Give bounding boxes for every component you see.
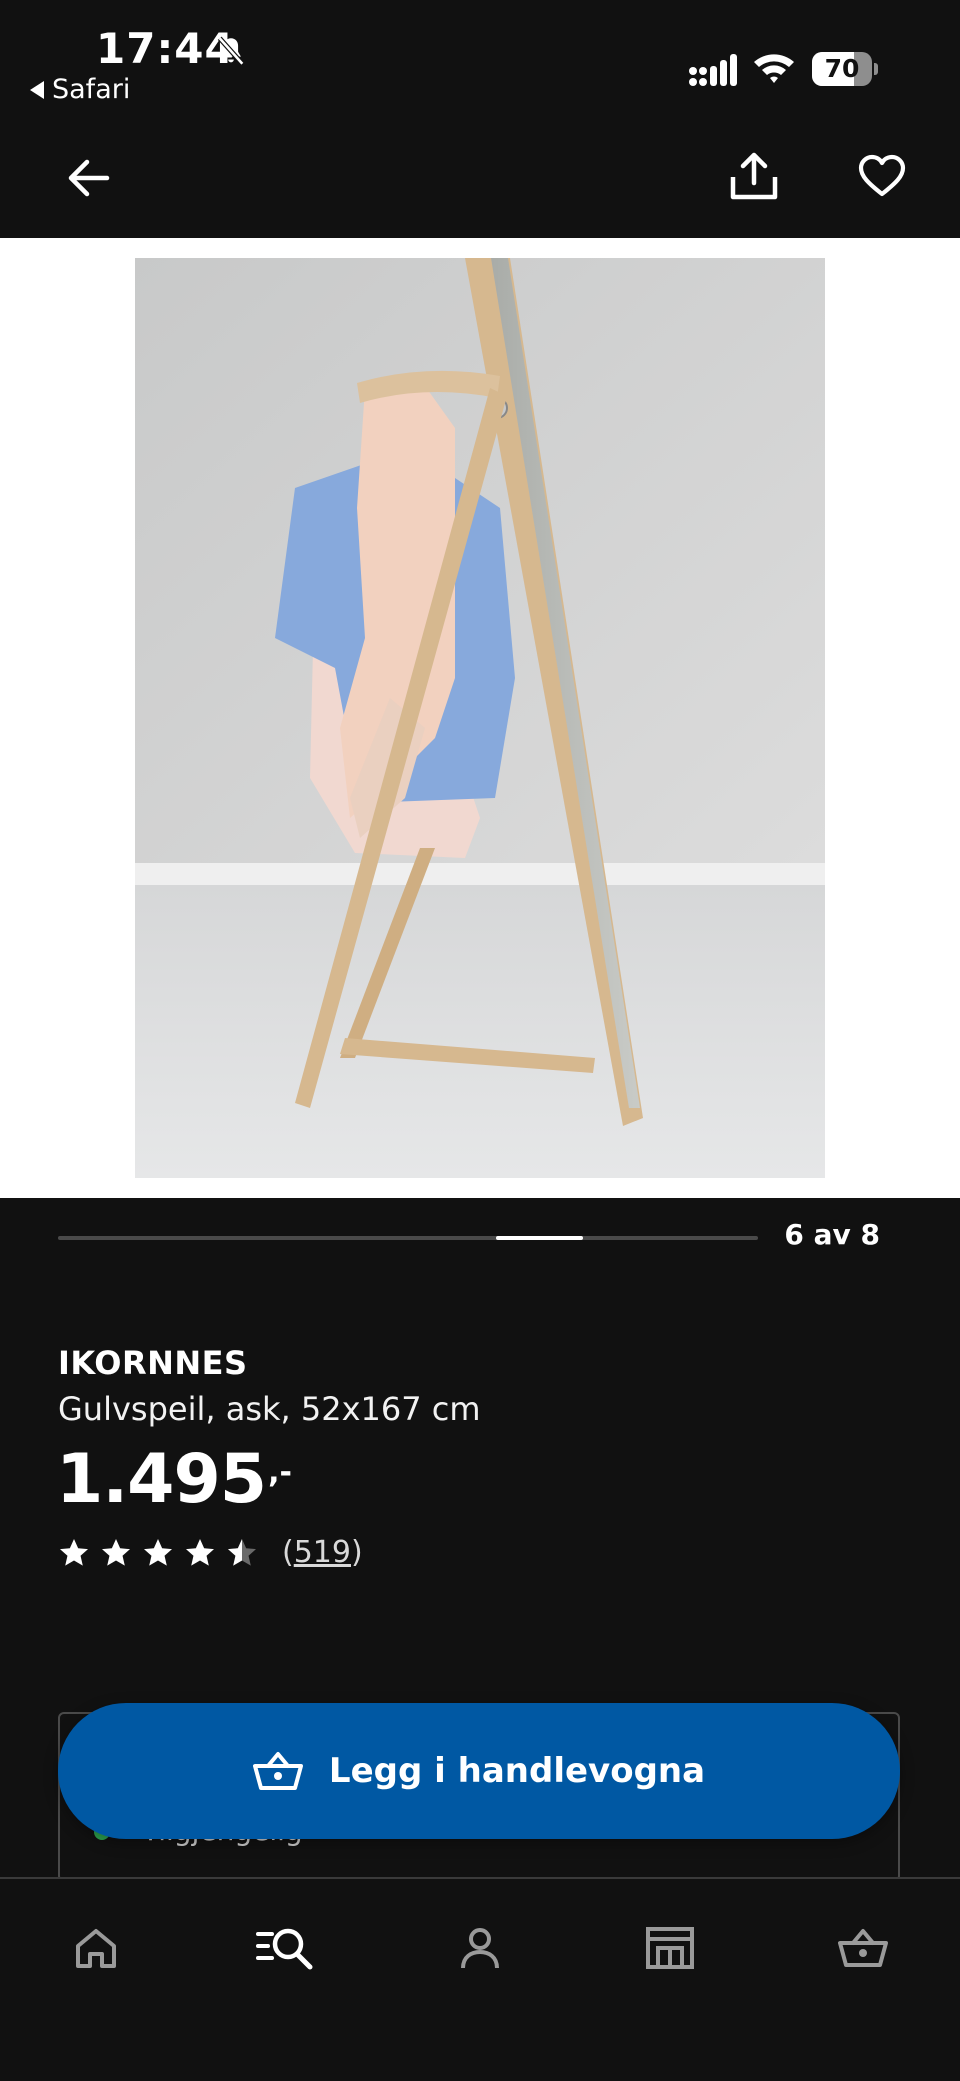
rating-count-number: 519 <box>293 1535 351 1570</box>
price-suffix: ,- <box>268 1455 292 1490</box>
home-icon <box>76 1929 116 1968</box>
nav-cart[interactable] <box>823 1913 903 1983</box>
battery-tip <box>874 63 878 75</box>
store-icon <box>646 1927 694 1969</box>
product-rating[interactable]: (519) <box>58 1535 363 1570</box>
nav-home[interactable] <box>56 1913 136 1983</box>
product-price: 1.495 ,- <box>56 1440 292 1520</box>
bottom-nav <box>0 1877 960 2081</box>
profile-icon <box>461 1928 499 1969</box>
product-image-area[interactable] <box>0 238 960 1198</box>
wifi-icon <box>754 54 794 83</box>
arrow-left-icon <box>68 159 110 197</box>
bell-off-icon <box>217 36 245 66</box>
basket-icon <box>252 1752 303 1790</box>
search-icon <box>256 1928 313 1970</box>
nav-search[interactable] <box>246 1913 326 1983</box>
price-value: 1.495 <box>56 1440 267 1519</box>
status-bar: 17:44 Safari 70 <box>0 0 960 120</box>
star-full-icon <box>60 1538 88 1566</box>
app-header <box>0 120 960 238</box>
rating-count-open: ( <box>282 1535 294 1570</box>
back-button[interactable] <box>52 142 124 214</box>
battery-percent: 70 <box>824 54 860 83</box>
star-half-icon <box>228 1538 256 1566</box>
carousel-track[interactable] <box>58 1236 758 1240</box>
back-app-label: Safari <box>52 74 131 105</box>
share-icon <box>730 152 778 200</box>
star-full-icon <box>186 1538 214 1566</box>
favorite-button[interactable] <box>846 140 918 212</box>
image-counter: 6 av 8 <box>784 1218 880 1251</box>
product-description: Gulvspeil, ask, 52x167 cm <box>58 1390 481 1428</box>
basket-icon <box>838 1929 888 1967</box>
nav-profile[interactable] <box>440 1913 520 1983</box>
battery-body: 70 <box>812 52 872 86</box>
heart-outline-icon <box>858 154 906 197</box>
nav-store[interactable] <box>630 1913 710 1983</box>
add-to-cart-button[interactable]: Legg i handlevogna <box>58 1703 900 1839</box>
cellular-signal-icon <box>689 54 737 86</box>
carousel-thumb[interactable] <box>495 1236 583 1240</box>
product-photo[interactable] <box>135 258 825 1178</box>
add-to-cart-label: Legg i handlevogna <box>328 1751 706 1791</box>
product-name: IKORNNES <box>58 1344 248 1382</box>
back-to-app-link[interactable]: Safari <box>30 74 130 105</box>
battery-indicator: 70 <box>812 52 878 88</box>
rating-count[interactable]: (519) <box>282 1535 363 1570</box>
image-carousel-indicator: 6 av 8 <box>0 1198 960 1278</box>
rating-count-close: ) <box>350 1535 363 1570</box>
star-full-icon <box>102 1538 130 1566</box>
star-full-icon <box>144 1538 172 1566</box>
share-button[interactable] <box>718 140 790 212</box>
back-triangle-icon <box>30 80 44 99</box>
